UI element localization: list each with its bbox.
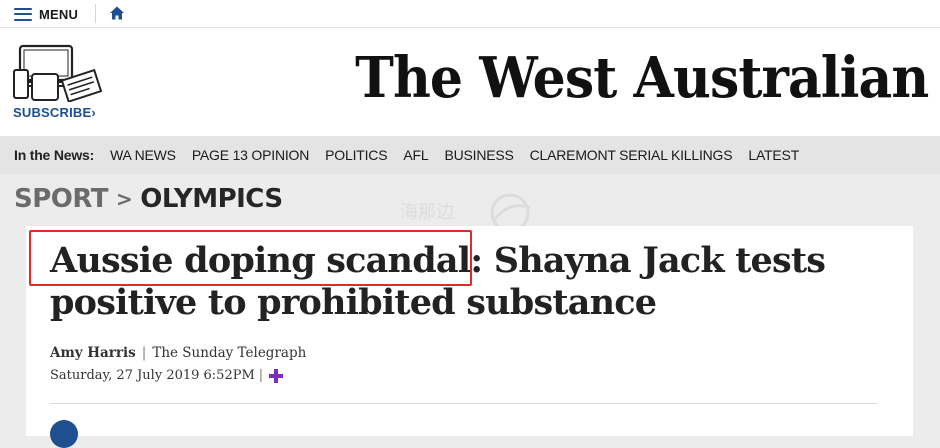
menu-button[interactable]: MENU	[14, 4, 78, 24]
breadcrumb-separator: >	[115, 187, 133, 211]
hamburger-icon	[14, 7, 32, 21]
dateline-separator: |	[258, 368, 264, 383]
subscribe-label: SUBSCRIBE	[13, 105, 92, 120]
publication-name: The Sunday Telegraph	[152, 345, 307, 361]
chevron-right-icon: ›	[91, 105, 96, 120]
breadcrumb: SPORT > OLYMPICS	[14, 184, 283, 214]
devices-icon[interactable]	[12, 44, 104, 102]
byline-separator: |	[141, 345, 147, 361]
nav-item-afl[interactable]: AFL	[403, 147, 428, 163]
nav-item-business[interactable]: BUSINESS	[444, 147, 513, 163]
avatar[interactable]	[50, 420, 78, 448]
breadcrumb-olympics[interactable]: OLYMPICS	[140, 184, 283, 214]
nav-item-claremont[interactable]: CLAREMONT SERIAL KILLINGS	[530, 147, 733, 163]
subscribe-link[interactable]: SUBSCRIBE›	[13, 105, 96, 120]
premium-plus-icon	[269, 368, 284, 383]
top-bar: MENU	[0, 0, 940, 27]
in-the-news-nav: In the News: WA NEWS PAGE 13 OPINION POL…	[0, 136, 940, 174]
nav-item-page-13-opinion[interactable]: PAGE 13 OPINION	[192, 147, 310, 163]
highlight-annotation-box	[29, 230, 472, 286]
nav-item-wa-news[interactable]: WA NEWS	[110, 147, 176, 163]
nav-lead-label: In the News:	[14, 147, 95, 163]
byline: Amy Harris | The Sunday Telegraph	[50, 345, 306, 361]
watermark-text: 海那边	[400, 202, 454, 223]
nav-item-latest[interactable]: LATEST	[748, 147, 799, 163]
nav-item-politics[interactable]: POLITICS	[325, 147, 387, 163]
publish-date: Saturday, 27 July 2019 6:52PM	[50, 368, 255, 383]
home-icon[interactable]	[109, 5, 125, 21]
masthead: SUBSCRIBE› The West Australian	[0, 27, 940, 136]
breadcrumb-sport[interactable]: SPORT	[14, 184, 108, 214]
menu-label: MENU	[39, 6, 79, 22]
topbar-divider	[95, 4, 96, 23]
site-logo[interactable]: The West Australian	[355, 42, 929, 114]
dateline: Saturday, 27 July 2019 6:52PM |	[50, 368, 284, 383]
author-name[interactable]: Amy Harris	[50, 345, 136, 361]
article-divider	[50, 403, 877, 404]
